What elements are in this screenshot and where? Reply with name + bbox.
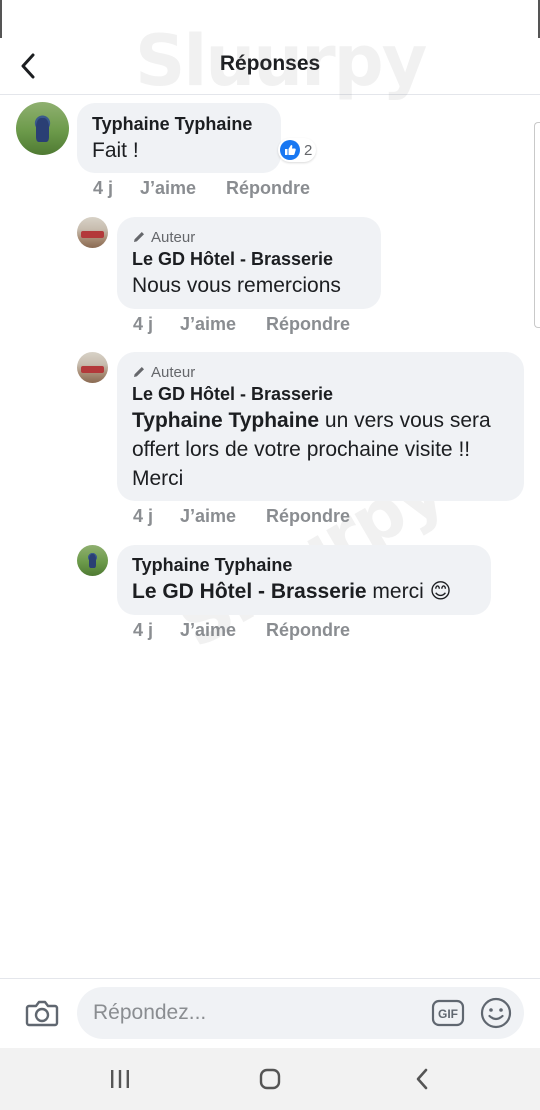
header: Réponses bbox=[0, 38, 540, 95]
recents-icon bbox=[111, 1070, 129, 1088]
comment-text: Le GD Hôtel - Brasserie merci 😊 bbox=[132, 577, 476, 606]
like-button[interactable]: J’aime bbox=[180, 620, 266, 641]
home-icon bbox=[259, 1068, 281, 1090]
comment-author[interactable]: Le GD Hôtel - Brasserie bbox=[132, 382, 509, 406]
system-nav-bar bbox=[0, 1048, 540, 1110]
smiley-emoji: 😊 bbox=[429, 580, 452, 603]
smiley-icon bbox=[480, 997, 512, 1029]
reply-input[interactable] bbox=[93, 987, 423, 1039]
reply-button[interactable]: Répondre bbox=[266, 314, 350, 335]
author-badge-label: Auteur bbox=[151, 363, 196, 381]
author-badge-label: Auteur bbox=[151, 228, 196, 246]
comment-actions: 4 j J’aime Répondre bbox=[133, 620, 350, 641]
back-icon bbox=[416, 1068, 428, 1090]
reply-field: GIF bbox=[77, 987, 524, 1039]
like-button[interactable]: J’aime bbox=[180, 506, 266, 527]
comment-author[interactable]: Typhaine Typhaine bbox=[132, 553, 476, 577]
avatar[interactable] bbox=[77, 352, 108, 383]
status-edge-left bbox=[0, 0, 2, 38]
avatar[interactable] bbox=[77, 545, 108, 576]
reply-button[interactable]: Répondre bbox=[226, 178, 310, 199]
comment-author[interactable]: Typhaine Typhaine bbox=[92, 112, 266, 136]
comment-time: 4 j bbox=[133, 314, 154, 334]
comment-time: 4 j bbox=[133, 506, 154, 526]
author-badge: Auteur bbox=[132, 227, 366, 247]
like-icon bbox=[280, 140, 300, 160]
comment-text: Typhaine Typhaine un vers vous sera offe… bbox=[132, 406, 509, 493]
author-badge: Auteur bbox=[132, 362, 509, 382]
reaction-summary[interactable]: 2 bbox=[278, 138, 317, 162]
status-bar bbox=[0, 0, 540, 38]
home-button[interactable] bbox=[256, 1065, 284, 1093]
comment-bubble[interactable]: Auteur Le GD Hôtel - Brasserie Nous vous… bbox=[117, 217, 381, 309]
page-title: Réponses bbox=[219, 52, 321, 75]
avatar[interactable] bbox=[77, 217, 108, 248]
comment-body: merci bbox=[366, 580, 424, 603]
like-button[interactable]: J’aime bbox=[140, 178, 226, 199]
recents-button[interactable] bbox=[106, 1065, 134, 1093]
comment-bubble[interactable]: Typhaine Typhaine Le GD Hôtel - Brasseri… bbox=[117, 545, 491, 615]
back-nav-button[interactable] bbox=[408, 1065, 436, 1093]
comment-time: 4 j bbox=[93, 178, 114, 198]
emoji-button[interactable] bbox=[479, 996, 513, 1030]
scroll-indicator[interactable] bbox=[534, 122, 540, 328]
comment-text: Nous vous remercions bbox=[132, 274, 341, 297]
reaction-count: 2 bbox=[304, 141, 313, 159]
pencil-icon bbox=[134, 232, 144, 242]
comment-author[interactable]: Le GD Hôtel - Brasserie bbox=[132, 247, 366, 271]
comment-mention[interactable]: Typhaine Typhaine bbox=[132, 409, 319, 432]
comment-time: 4 j bbox=[133, 620, 154, 640]
reply-button[interactable]: Répondre bbox=[266, 506, 350, 527]
gif-label: GIF bbox=[438, 1007, 458, 1021]
camera-button[interactable] bbox=[24, 995, 60, 1031]
gif-button[interactable]: GIF bbox=[431, 997, 465, 1029]
comment-bubble[interactable]: Typhaine Typhaine Fait ! bbox=[77, 103, 281, 173]
like-button[interactable]: J’aime bbox=[180, 314, 266, 335]
camera-icon bbox=[25, 1000, 59, 1027]
reply-button[interactable]: Répondre bbox=[266, 620, 350, 641]
comment-actions: 4 j J’aime Répondre bbox=[133, 506, 350, 527]
avatar[interactable] bbox=[16, 102, 69, 155]
comment-bubble[interactable]: Auteur Le GD Hôtel - Brasserie Typhaine … bbox=[117, 352, 524, 501]
comment-actions: 4 j J’aime Répondre bbox=[133, 314, 350, 335]
comment-mention[interactable]: Le GD Hôtel - Brasserie bbox=[132, 580, 367, 603]
reply-composer: GIF bbox=[0, 978, 540, 1048]
comment-actions: 4 j J’aime Répondre bbox=[93, 178, 310, 199]
comment-text: Fait ! bbox=[92, 139, 139, 162]
pencil-icon bbox=[134, 367, 144, 377]
gif-icon: GIF bbox=[431, 999, 465, 1027]
